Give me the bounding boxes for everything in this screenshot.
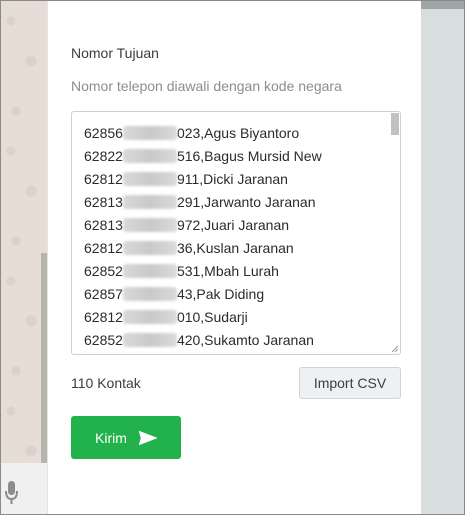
recipient-row: 62822 516,Bagus Mursid New (84, 144, 322, 167)
recipient-prefix: 62852 (84, 331, 123, 348)
resize-handle-icon[interactable] (391, 345, 399, 353)
contact-count: 110 Kontak (71, 375, 141, 391)
recipient-prefix: 62857 (84, 285, 123, 302)
redacted-digits (122, 148, 177, 163)
redacted-digits (122, 263, 177, 278)
recipient-prefix: 62822 (84, 147, 123, 164)
recipient-row: 62852 531,Mbah Lurah (84, 259, 322, 282)
recipient-prefix: 62813 (84, 216, 123, 233)
recipient-prefix: 62852 (84, 262, 123, 279)
send-icon (138, 430, 157, 445)
recipient-suffix: 291,Jarwanto Jaranan (176, 193, 316, 210)
import-csv-button[interactable]: Import CSV (299, 367, 401, 399)
field-title: Nomor Tujuan (71, 45, 159, 61)
redacted-digits (122, 332, 177, 347)
recipient-prefix: 62812 (84, 308, 123, 325)
recipient-prefix: 62812 (84, 239, 123, 256)
recipient-prefix: 62812 (84, 170, 123, 187)
recipient-suffix: 531,Mbah Lurah (176, 262, 279, 279)
recipient-row: 62857 43,Pak Diding (84, 282, 322, 305)
recipient-suffix: 36,Kuslan Jaranan (176, 239, 294, 256)
mic-icon[interactable] (3, 479, 19, 507)
redacted-digits (122, 286, 177, 301)
recipient-prefix: 62856 (84, 124, 123, 141)
recipients-textarea[interactable]: 62856 023,Agus Biyantoro 62822 516,Bagus Mu… (71, 111, 401, 355)
recipient-suffix: 420,Sukamto Jaranan (176, 331, 314, 348)
recipient-row: 62852 420,Sukamto Jaranan (84, 328, 322, 351)
right-background (421, 1, 464, 514)
send-button-label: Kirim (95, 429, 127, 446)
recipient-row: 62812 36,Kuslan Jaranan (84, 236, 322, 259)
redacted-digits (122, 171, 177, 186)
app-window: Nomor Tujuan Nomor telepon diawali denga… (0, 0, 465, 515)
scrollbar-thumb[interactable] (391, 113, 399, 135)
recipient-suffix: 516,Bagus Mursid New (176, 147, 322, 164)
recipient-row: 62812 010,Sudarji (84, 305, 322, 328)
redacted-digits (122, 194, 177, 209)
broadcast-panel: Nomor Tujuan Nomor telepon diawali denga… (47, 1, 421, 514)
recipient-row: 62813 291,Jarwanto Jaranan (84, 190, 322, 213)
recipient-row: 62812 911,Dicki Jaranan (84, 167, 322, 190)
recipient-row: 62813 972,Juari Jaranan (84, 213, 322, 236)
recipient-suffix: 972,Juari Jaranan (176, 216, 290, 233)
recipient-row: 62856 023,Agus Biyantoro (84, 121, 322, 144)
send-button[interactable]: Kirim (71, 416, 181, 459)
textarea-scrollbar[interactable] (391, 113, 399, 353)
redacted-digits (122, 309, 177, 324)
recipient-suffix: 43,Pak Diding (176, 285, 265, 302)
redacted-digits (122, 240, 177, 255)
recipient-suffix: 010,Sudarji (176, 308, 248, 325)
redacted-digits (122, 217, 177, 232)
field-hint: Nomor telepon diawali dengan kode negara (71, 78, 342, 94)
recipient-suffix: 911,Dicki Jaranan (176, 170, 288, 187)
recipient-prefix: 62813 (84, 193, 123, 210)
recipient-suffix: 023,Agus Biyantoro (176, 124, 300, 141)
recipient-list: 62856 023,Agus Biyantoro 62822 516,Bagus Mu… (84, 121, 322, 351)
redacted-digits (122, 125, 177, 140)
